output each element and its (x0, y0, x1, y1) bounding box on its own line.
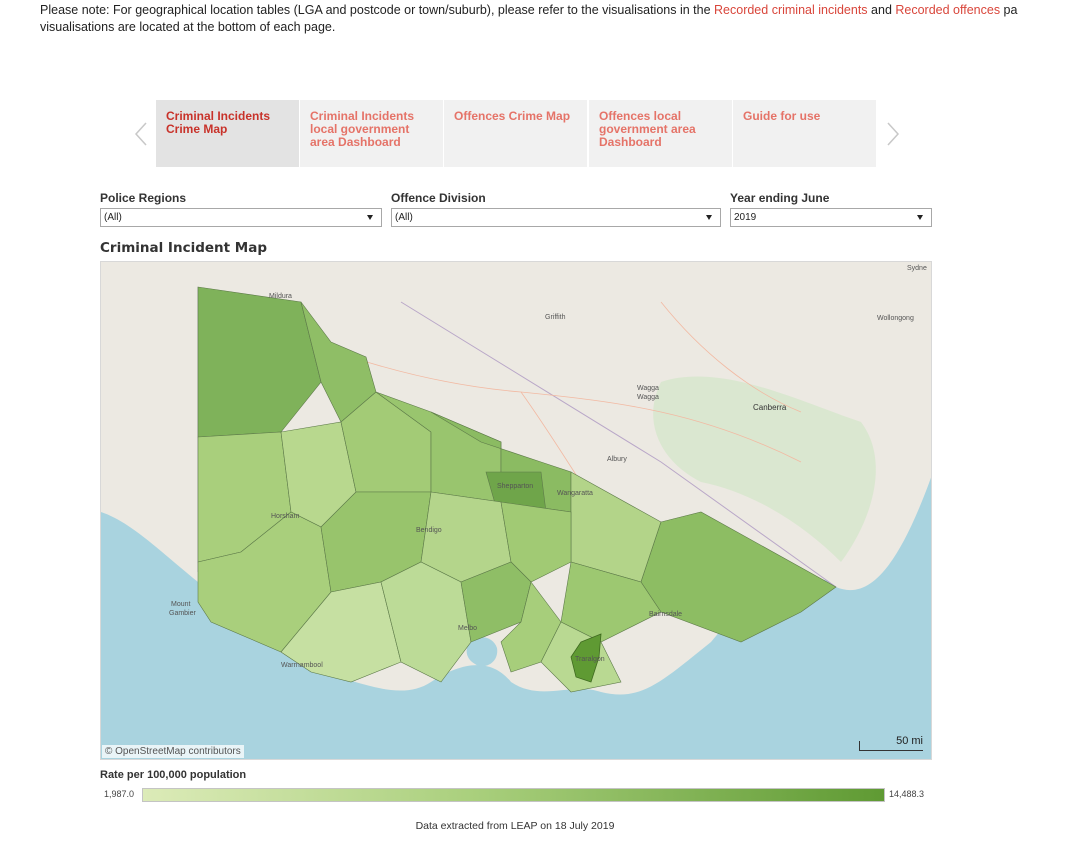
recorded-criminal-incidents-link[interactable]: Recorded criminal incidents (714, 3, 868, 17)
legend-title: Rate per 100,000 population (100, 769, 247, 781)
tab-criminal-incidents-lga-dashboard[interactable]: Criminal Incidents local government area… (300, 100, 443, 167)
offence-division-label: Offence Division (391, 191, 486, 205)
tab-guide-for-use[interactable]: Guide for use (733, 100, 876, 167)
carousel-next-button[interactable] (878, 114, 908, 154)
carousel-prev-button[interactable] (126, 114, 156, 154)
svg-text:Albury: Albury (607, 456, 627, 463)
chevron-left-icon (134, 122, 147, 146)
police-regions-label: Police Regions (100, 191, 187, 205)
note-prefix: Please note: For geographical location t… (40, 3, 715, 17)
data-extracted-note: Data extracted from LEAP on 18 July 2019 (415, 820, 615, 832)
recorded-offences-link[interactable]: Recorded offences (895, 3, 1000, 17)
chevron-right-icon (887, 122, 900, 146)
year-ending-june-value: 2019 (734, 212, 757, 223)
svg-text:Melbo: Melbo (458, 625, 477, 632)
svg-text:Shepparton: Shepparton (497, 483, 533, 490)
svg-text:Horsham: Horsham (271, 513, 300, 520)
svg-text:Mildura: Mildura (269, 293, 292, 300)
svg-text:Gambier: Gambier (169, 610, 197, 617)
svg-text:Bairnsdale: Bairnsdale (649, 611, 682, 618)
legend-min-value: 1,987.0 (104, 789, 135, 799)
svg-text:Sydne: Sydne (907, 265, 927, 272)
dashboard-tab-carousel: Criminal Incidents Crime Map Criminal In… (122, 100, 922, 167)
svg-text:Bendigo: Bendigo (416, 527, 442, 534)
note-middle: and (867, 3, 896, 17)
choropleth-map-svg: Sydne Wollongong Griffith Mildura Wagga … (101, 262, 931, 695)
tab-criminal-incidents-crime-map[interactable]: Criminal Incidents Crime Map (156, 100, 299, 167)
map-title: Criminal Incident Map (100, 240, 267, 256)
year-ending-june-select[interactable]: 2019 (730, 208, 932, 227)
police-regions-select[interactable]: (All) (100, 208, 382, 227)
dropdown-caret-icon (706, 215, 712, 220)
scale-label: 50 mi (896, 735, 923, 747)
map-scale-bar: 50 mi (859, 735, 923, 751)
svg-text:Griffith: Griffith (545, 314, 566, 321)
svg-text:Wagga: Wagga (637, 394, 659, 401)
legend-max-value: 14,488.3 (889, 789, 925, 799)
osm-credit[interactable]: © OpenStreetMap contributors (102, 745, 244, 758)
police-regions-value: (All) (104, 212, 122, 223)
svg-text:Mount: Mount (171, 601, 191, 608)
criminal-incident-map[interactable]: Sydne Wollongong Griffith Mildura Wagga … (100, 261, 932, 760)
svg-text:Wagga: Wagga (637, 385, 659, 392)
svg-text:Canberra: Canberra (753, 403, 787, 412)
svg-text:Wollongong: Wollongong (877, 315, 914, 322)
note-suffix: pa (1000, 3, 1018, 17)
offence-division-select[interactable]: (All) (391, 208, 721, 227)
note-line2: visualisations are located at the bottom… (40, 20, 336, 34)
svg-text:Warrnambool: Warrnambool (281, 662, 323, 669)
dropdown-caret-icon (367, 215, 373, 220)
legend-color-ramp (142, 788, 885, 802)
svg-text:Traralgon: Traralgon (575, 656, 605, 663)
tab-offences-lga-dashboard[interactable]: Offences local government area Dashboard (589, 100, 732, 167)
offence-division-value: (All) (395, 212, 413, 223)
year-ending-june-label: Year ending June (730, 191, 830, 205)
svg-text:Wangaratta: Wangaratta (557, 490, 593, 497)
dropdown-caret-icon (917, 215, 923, 220)
tab-offences-crime-map[interactable]: Offences Crime Map (444, 100, 587, 167)
info-note: Please note: For geographical location t… (40, 2, 1080, 36)
